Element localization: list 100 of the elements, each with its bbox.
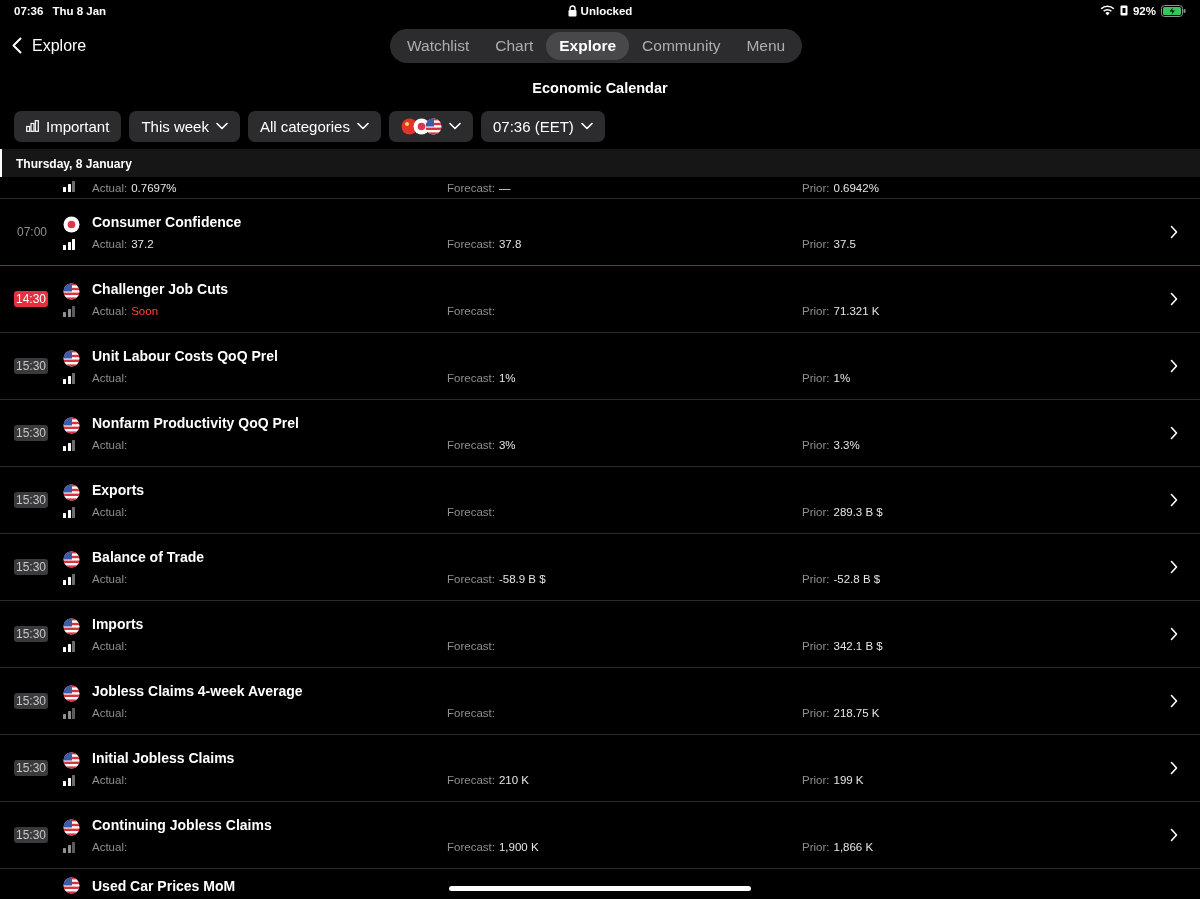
flag-icon xyxy=(63,819,80,836)
event-time: 15:30 xyxy=(14,492,49,508)
value-text: -52.8 B $ xyxy=(833,573,881,585)
value-label: Actual: xyxy=(92,372,128,384)
battery-percent: 92% xyxy=(1132,4,1156,17)
value-label: Prior: xyxy=(802,439,830,451)
day-header: Thursday, 8 January xyxy=(0,149,1200,177)
value-text: 289.3 B $ xyxy=(833,506,883,518)
event-time: 15:30 xyxy=(14,760,49,776)
event-time: 15:30 xyxy=(14,358,49,374)
dropdown-filter[interactable]: 07:36 (EET) xyxy=(480,111,605,142)
event-time: 07:00 xyxy=(16,224,49,240)
chevron-right-icon xyxy=(1170,426,1178,440)
tab[interactable]: Community xyxy=(629,32,734,60)
value-label: Prior: xyxy=(802,372,830,384)
value-label: Prior: xyxy=(802,774,830,786)
dropdown-filter[interactable]: All categories xyxy=(247,111,381,142)
bar-chart-icon xyxy=(26,120,39,133)
tab[interactable]: Menu xyxy=(733,32,799,60)
event-title: Used Car Prices MoM xyxy=(92,878,236,894)
battery-charging-icon xyxy=(1161,4,1186,17)
value-text: 210 K xyxy=(498,774,529,786)
event-time: 15:30 xyxy=(14,693,49,709)
event-title: Unit Labour Costs QoQ Prel xyxy=(92,348,278,364)
back-chevron-icon xyxy=(12,37,22,55)
value-label: Actual: xyxy=(92,774,128,786)
chevron-right-icon xyxy=(1170,828,1178,842)
status-time: 07:36 xyxy=(14,4,44,17)
event-title: Nonfarm Productivity QoQ Prel xyxy=(92,415,299,431)
value-text: 1% xyxy=(833,372,851,384)
flag-icon xyxy=(63,752,80,769)
value-text: 1,900 K xyxy=(498,841,539,853)
value-label: Actual: xyxy=(92,238,128,250)
flag-icon xyxy=(63,484,80,501)
value-label: Forecast: xyxy=(447,774,495,786)
value-label: Prior: xyxy=(802,573,830,585)
value-label: Forecast: xyxy=(447,439,495,451)
status-date: Thu 8 Jan xyxy=(52,4,107,17)
flag-icon xyxy=(63,283,80,300)
device-icon xyxy=(1119,5,1128,17)
chevron-down-icon xyxy=(356,122,369,131)
country-filter[interactable] xyxy=(388,111,473,142)
value-label: Actual: xyxy=(92,305,128,317)
value-text: 37.8 xyxy=(498,238,522,250)
flag-icon xyxy=(63,350,80,367)
value-label: Actual: xyxy=(92,841,128,853)
flag-icon xyxy=(63,417,80,434)
lock-icon xyxy=(567,4,577,17)
value-text: 0.7697% xyxy=(131,182,177,195)
tab[interactable]: Watchlist xyxy=(394,32,483,60)
value-text: 342.1 B $ xyxy=(833,640,883,652)
flag-icon xyxy=(63,618,80,635)
value-label: Forecast: xyxy=(447,707,495,719)
chevron-down-icon xyxy=(580,122,593,131)
value-label: Actual: xyxy=(92,182,128,195)
event-title: Consumer Confidence xyxy=(92,214,242,230)
chevron-right-icon xyxy=(1170,694,1178,708)
chevron-right-icon xyxy=(1170,560,1178,574)
value-text: 0.6942% xyxy=(833,182,879,195)
flag-icon xyxy=(424,118,442,135)
chevron-right-icon xyxy=(1170,292,1178,306)
value-text: 37.2 xyxy=(131,238,154,250)
value-label: Prior: xyxy=(802,506,830,518)
event-time: 15:30 xyxy=(14,827,49,843)
wifi-icon xyxy=(1099,5,1115,17)
event-title: Balance of Trade xyxy=(92,549,205,565)
lock-status: Unlocked xyxy=(580,4,633,17)
value-text: 1,866 K xyxy=(833,841,874,853)
value-text: 199 K xyxy=(833,774,864,786)
value-text: 3% xyxy=(498,439,516,451)
chevron-right-icon xyxy=(1170,493,1178,507)
value-label: Prior: xyxy=(802,841,830,853)
chevron-right-icon xyxy=(1170,761,1178,775)
flag-icon xyxy=(63,877,80,894)
value-text: 71.321 K xyxy=(833,305,880,317)
event-time: 15:30 xyxy=(14,425,49,441)
value-label: Actual: xyxy=(92,707,128,719)
flag-icon xyxy=(63,216,80,233)
event-time: 15:30 xyxy=(14,626,49,642)
value-label: Forecast: xyxy=(447,640,495,652)
tab[interactable]: Chart xyxy=(482,32,547,60)
value-label: Prior: xyxy=(802,640,830,652)
event-title: Challenger Job Cuts xyxy=(92,281,229,297)
flag-icon xyxy=(63,685,80,702)
value-label: Forecast: xyxy=(447,573,495,585)
value-text: 3.3% xyxy=(833,439,860,451)
importance-filter[interactable]: Important xyxy=(14,111,122,142)
tab[interactable]: Explore xyxy=(546,32,630,60)
page-title: Economic Calendar xyxy=(531,79,669,98)
chevron-right-icon xyxy=(1170,225,1178,239)
back-button[interactable]: Explore xyxy=(12,37,390,55)
value-label: Actual: xyxy=(92,439,128,451)
dropdown-filter[interactable]: This week xyxy=(129,111,240,142)
value-label: Prior: xyxy=(802,238,830,250)
value-text: -58.9 B $ xyxy=(498,573,546,585)
event-time: 14:30 xyxy=(14,291,49,307)
chevron-down-icon xyxy=(448,122,461,131)
event-title: Initial Jobless Claims xyxy=(92,750,235,766)
flag-icon xyxy=(63,551,80,568)
value-label: Prior: xyxy=(802,305,830,317)
